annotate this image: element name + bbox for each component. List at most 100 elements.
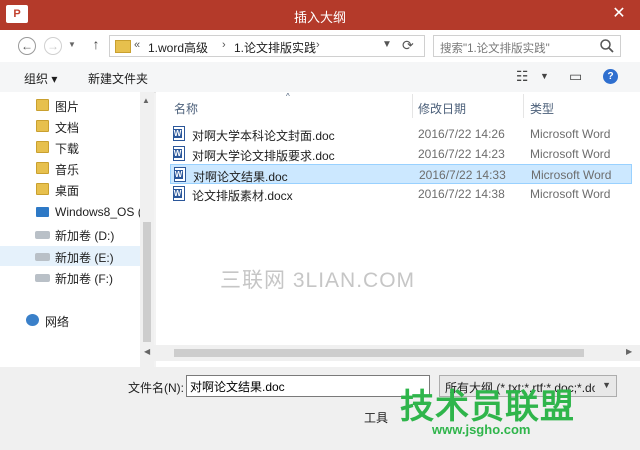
chevron-down-icon[interactable]: ▼ [602, 380, 611, 390]
network-icon [26, 314, 39, 326]
watermark: 三联网 3LIAN.COM [220, 269, 416, 292]
file-name: 对啊论文结果.doc [193, 170, 288, 184]
site-logo: 技术员联盟 [400, 388, 575, 426]
nav-item-windows8-os[interactable]: Windows8_OS ( [0, 202, 140, 222]
nav-item-label: 下载 [55, 142, 80, 156]
nav-item-label: 新加卷 (E:) [55, 251, 114, 265]
nav-item-label: Windows8_OS ( [55, 205, 140, 219]
breadcrumb-separator[interactable]: › [222, 39, 226, 51]
nav-item-label: 文档 [55, 121, 80, 135]
folder-icon [115, 40, 131, 53]
search-box[interactable]: 搜索"1.论文排版实践" [433, 35, 621, 57]
navigation-bar: ← → ▼ ↑ « 1.word高级 › 1.论文排版实践 › ▼ ⟳ 搜索"1… [0, 30, 640, 62]
word-document-icon [173, 126, 185, 141]
column-divider[interactable] [523, 94, 524, 118]
dialog-footer: 文件名(N): 所有大纲 (*.txt;*.rtf;*.doc;*.docx ▼… [0, 367, 640, 450]
site-logo-url: www.jsgho.com [432, 422, 531, 437]
nav-item-drive-f[interactable]: 新加卷 (F:) [0, 267, 140, 287]
file-type: Microsoft Word [531, 168, 612, 182]
preview-pane-icon[interactable]: ▭ [569, 68, 582, 85]
file-type: Microsoft Word [530, 127, 611, 141]
dialog-title: 插入大纲 [293, 10, 346, 25]
nav-item-label: 新加卷 (D:) [55, 229, 115, 243]
word-document-icon [173, 186, 185, 201]
organize-button[interactable]: 组织 ▾ [24, 70, 57, 87]
folder-icon [36, 183, 49, 195]
filename-field[interactable] [186, 375, 430, 397]
forward-button[interactable]: → [44, 37, 62, 55]
nav-item-drive-e[interactable]: 新加卷 (E:) [0, 246, 140, 266]
file-type: Microsoft Word [530, 187, 611, 201]
back-button[interactable]: ← [18, 37, 36, 55]
column-divider[interactable] [412, 94, 413, 118]
folder-icon [36, 120, 49, 132]
nav-item-desktop[interactable]: 桌面 [0, 179, 140, 199]
nav-item-label: 音乐 [55, 163, 80, 177]
up-level-button[interactable]: ↑ [88, 36, 104, 54]
scroll-left-icon[interactable]: ◀ [144, 347, 150, 356]
address-bar[interactable]: « 1.word高级 › 1.论文排版实践 › ▼ ⟳ [109, 35, 425, 57]
nav-item-drive-d[interactable]: 新加卷 (D:) [0, 224, 140, 244]
file-list: ^ 名称 修改日期 类型 对啊大学本科论文封面.doc 2016/7/22 14… [156, 92, 640, 367]
file-name: 对啊大学论文排版要求.doc [192, 149, 335, 163]
nav-item-label: 图片 [55, 100, 80, 114]
column-header-type[interactable]: 类型 [530, 100, 554, 117]
overflow-chevron[interactable]: « [134, 39, 140, 51]
nav-item-music[interactable]: 音乐 [0, 158, 140, 178]
search-placeholder: 搜索"1.论文排版实践" [440, 43, 550, 55]
view-dropdown-icon[interactable]: ▼ [540, 71, 549, 81]
view-options-icon[interactable]: ☷ [516, 68, 529, 85]
file-name: 对啊大学本科论文封面.doc [192, 129, 335, 143]
folder-icon [36, 99, 49, 111]
scrollbar-thumb[interactable] [143, 222, 151, 342]
file-date: 2016/7/22 14:26 [418, 127, 505, 141]
navigation-pane: 图片 文档 下载 音乐 桌面 Windows8_OS ( 新加卷 (D:) 新加… [0, 92, 140, 367]
nav-item-documents[interactable]: 文档 [0, 116, 140, 136]
file-date: 2016/7/22 14:38 [418, 187, 505, 201]
file-row[interactable]: 论文排版素材.docx 2016/7/22 14:38 Microsoft Wo… [170, 184, 632, 204]
filename-input[interactable] [190, 377, 410, 395]
nav-item-pictures[interactable]: 图片 [0, 95, 140, 115]
breadcrumb-thesis-layout[interactable]: 1.论文排版实践 [234, 39, 316, 56]
file-date: 2016/7/22 14:33 [419, 168, 506, 182]
nav-item-label: 桌面 [55, 184, 80, 198]
folder-icon [36, 162, 49, 174]
address-dropdown-icon[interactable]: ▼ [382, 39, 392, 50]
file-date: 2016/7/22 14:23 [418, 147, 505, 161]
command-bar: 组织 ▾ 新建文件夹 ☷ ▼ ▭ ? [0, 62, 640, 93]
breadcrumb-separator[interactable]: › [316, 39, 320, 51]
recent-locations-dropdown[interactable]: ▼ [68, 40, 76, 49]
sort-ascending-icon: ^ [286, 92, 290, 101]
scrollbar-thumb[interactable] [174, 349, 584, 357]
scroll-right-icon[interactable]: ▶ [626, 347, 632, 356]
file-row[interactable]: 对啊大学本科论文封面.doc 2016/7/22 14:26 Microsoft… [170, 124, 632, 144]
drive-icon [35, 274, 50, 282]
nav-item-label: 新加卷 (F:) [55, 272, 113, 286]
column-header-date[interactable]: 修改日期 [418, 100, 466, 117]
drive-icon [35, 253, 50, 261]
breadcrumb-word-advanced[interactable]: 1.word高级 [148, 39, 208, 56]
nav-item-network[interactable]: 网络 [0, 310, 140, 330]
title-bar: P 插入大纲 ✕ [0, 0, 640, 30]
nav-item-downloads[interactable]: 下载 [0, 137, 140, 157]
nav-item-label: 网络 [45, 315, 70, 329]
nav-pane-scrollbar[interactable]: ▲ ▼ [140, 92, 154, 367]
refresh-icon[interactable]: ⟳ [402, 37, 414, 54]
column-header-name[interactable]: 名称 [174, 100, 198, 117]
word-document-icon [174, 167, 186, 182]
file-row[interactable]: 对啊大学论文排版要求.doc 2016/7/22 14:23 Microsoft… [170, 144, 632, 164]
new-folder-button[interactable]: 新建文件夹 [88, 70, 148, 87]
computer-icon [36, 207, 49, 217]
tools-button[interactable]: 工具 [364, 409, 388, 426]
file-row-selected[interactable]: 对啊论文结果.doc 2016/7/22 14:33 Microsoft Wor… [170, 164, 632, 184]
file-name: 论文排版素材.docx [192, 189, 293, 203]
close-button[interactable]: ✕ [608, 4, 630, 24]
word-document-icon [173, 146, 185, 161]
horizontal-scrollbar[interactable]: ◀ ▶ [140, 345, 640, 361]
folder-icon [36, 141, 49, 153]
filename-label: 文件名(N): [128, 381, 184, 395]
search-icon[interactable] [598, 37, 616, 55]
help-icon[interactable]: ? [603, 69, 618, 84]
file-type: Microsoft Word [530, 147, 611, 161]
scroll-up-icon[interactable]: ▲ [142, 96, 150, 105]
